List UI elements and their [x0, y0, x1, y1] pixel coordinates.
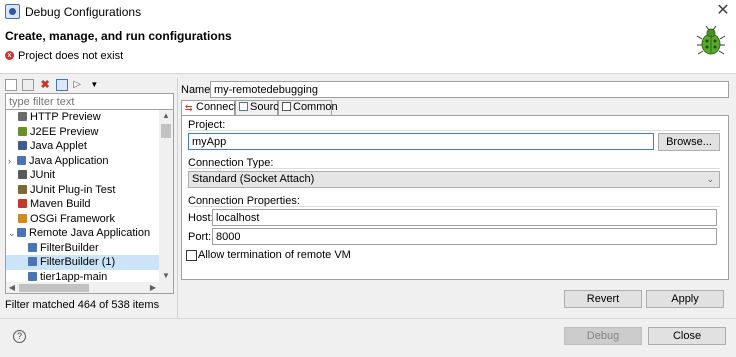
connection-type-value: Standard (Socket Attach): [192, 173, 315, 185]
tab-source[interactable]: Source: [235, 100, 285, 115]
tab-common[interactable]: Common: [278, 100, 338, 115]
port-label: Port:: [188, 231, 212, 243]
window-title: Debug Configurations: [25, 5, 142, 19]
close-button[interactable]: Close: [648, 327, 726, 345]
filter-status: Filter matched 464 of 538 items: [5, 299, 160, 311]
connection-type-divider: [188, 168, 720, 169]
tree-item-label: FilterBuilder (1): [40, 256, 116, 268]
filter-input[interactable]: [5, 93, 174, 110]
new-config-icon[interactable]: [5, 79, 17, 91]
scroll-thumb[interactable]: [161, 124, 171, 138]
java-application-icon: [17, 155, 26, 165]
maven-icon: [18, 199, 27, 208]
tree-item[interactable]: FilterBuilder: [6, 241, 161, 256]
host-label: Host:: [188, 212, 214, 224]
java-applet-icon: [18, 141, 27, 150]
host-input[interactable]: [212, 209, 717, 226]
tree-item-label: FilterBuilder: [40, 241, 99, 254]
tree-item[interactable]: J2EE Preview: [6, 125, 161, 140]
revert-button[interactable]: Revert: [564, 290, 642, 308]
source-icon: [239, 102, 248, 111]
tree-item-label: JUnit: [30, 169, 56, 181]
project-input[interactable]: [188, 133, 654, 150]
tree-item[interactable]: JUnit: [6, 168, 161, 183]
tree-item[interactable]: OSGi Framework: [6, 212, 161, 227]
apply-button[interactable]: Apply: [646, 290, 724, 308]
remote-java-icon: [17, 228, 26, 237]
tree-expand-icon[interactable]: ›: [8, 154, 17, 168]
scroll-left-icon[interactable]: ◀: [6, 282, 18, 293]
tree-item[interactable]: ⌄ Remote Java Application: [6, 226, 161, 241]
delete-config-icon[interactable]: ✖: [39, 79, 51, 91]
config-name-input[interactable]: [210, 81, 729, 98]
debug-bug-icon: [696, 25, 726, 55]
osgi-icon: [18, 213, 27, 223]
remote-config-icon: [28, 271, 37, 281]
scroll-up-icon[interactable]: ▲: [159, 110, 173, 122]
junit-icon: [18, 170, 27, 179]
tab-connect[interactable]: ⇆ Connect: [181, 100, 237, 116]
browse-button[interactable]: Browse...: [658, 133, 720, 151]
tree-item-label: Java Application: [29, 154, 109, 167]
debug-button[interactable]: Debug: [564, 327, 642, 345]
dialog-header-title: Create, manage, and run configurations: [5, 29, 232, 43]
j2ee-preview-icon: [18, 126, 27, 136]
tree-expand-icon[interactable]: ⌄: [8, 226, 17, 240]
header-error-message: Project does not exist: [18, 50, 124, 62]
tree-vertical-scrollbar[interactable]: ▲ ▼: [159, 110, 173, 282]
tree-item[interactable]: JUnit Plug-in Test: [6, 183, 161, 198]
common-icon: [282, 102, 291, 111]
tree-item-label: JUnit Plug-in Test: [30, 183, 116, 196]
connection-type-select[interactable]: Standard (Socket Attach) ⌄: [188, 171, 720, 188]
window-close-icon[interactable]: ✕: [714, 2, 732, 20]
scroll-down-icon[interactable]: ▼: [159, 270, 173, 282]
filter-icon[interactable]: ▷: [73, 79, 85, 91]
tree-item[interactable]: tier1app-main: [6, 270, 161, 283]
duplicate-config-icon[interactable]: [22, 79, 35, 91]
name-label: Name:: [181, 84, 214, 96]
tree-item[interactable]: HTTP Preview: [6, 110, 161, 125]
panel-splitter[interactable]: [177, 78, 178, 318]
allow-termination-checkbox[interactable]: [186, 250, 197, 261]
connection-properties-divider: [188, 206, 720, 207]
allow-termination-label: Allow termination of remote VM: [198, 249, 351, 261]
config-tree: HTTP Preview J2EE Preview Java Applet › Java…: [5, 110, 174, 282]
connect-icon: ⇆: [185, 103, 193, 113]
tree-item-label: Java Applet: [30, 140, 87, 152]
project-group-divider: [188, 130, 720, 131]
bottom-separator: [0, 318, 736, 319]
tree-item[interactable]: Maven Build: [6, 197, 161, 212]
tree-item[interactable]: Java Applet: [6, 139, 161, 154]
remote-config-icon: [28, 242, 37, 252]
collapse-all-icon[interactable]: [56, 79, 69, 91]
tree-item-label: Maven Build: [30, 198, 91, 210]
left-toolbar: ✖ ▷ ▼: [5, 79, 104, 93]
port-input[interactable]: [212, 228, 717, 245]
remote-config-icon: [28, 257, 37, 266]
help-icon[interactable]: ?: [13, 330, 26, 343]
http-preview-icon: [18, 112, 27, 121]
tree-item-label: HTTP Preview: [30, 111, 101, 123]
h-scroll-thumb[interactable]: [19, 284, 89, 292]
tree-horizontal-scrollbar[interactable]: ◀ ▶: [5, 282, 174, 294]
debug-app-icon: [5, 4, 20, 19]
tree-item-label: Remote Java Application: [29, 227, 151, 239]
scroll-right-icon[interactable]: ▶: [147, 282, 159, 293]
tree-item-label: tier1app-main: [40, 270, 108, 283]
error-icon: x: [5, 51, 14, 60]
tree-item[interactable]: › Java Application: [6, 154, 161, 169]
tree-item-label: J2EE Preview: [30, 125, 99, 138]
tree-item[interactable]: FilterBuilder (1): [6, 255, 161, 270]
chevron-down-icon: ⌄: [706, 174, 714, 184]
junit-plugin-icon: [18, 184, 27, 194]
view-menu-icon[interactable]: ▼: [90, 79, 102, 91]
tree-item-label: OSGi Framework: [30, 212, 115, 225]
